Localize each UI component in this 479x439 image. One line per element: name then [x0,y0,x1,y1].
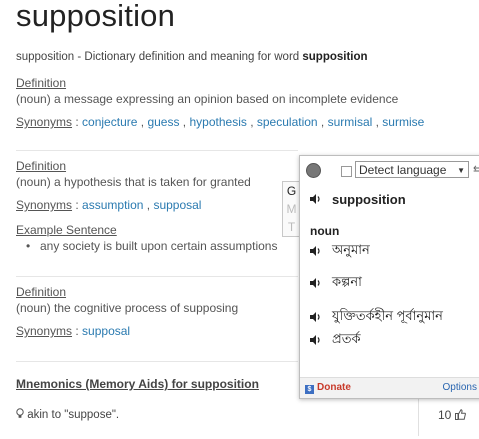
translation-item: কল্পনা [332,274,362,289]
synonym-link[interactable]: surmisal [328,115,373,129]
language-select[interactable]: Detect language ▼ [355,161,469,178]
donate-label: Donate [317,382,351,393]
mnemonic-item: akin to "suppose". [16,408,119,421]
chevron-down-icon: ▼ [457,166,465,175]
translation-item: যুক্তিতর্কহীন পূর্বানুমান [332,308,443,323]
definition-text-3: (noun) the cognitive process of supposin… [16,301,239,315]
vote-divider [418,398,419,436]
example-heading: Example Sentence [16,223,117,237]
synonyms-label: Synonyms [16,324,73,338]
translation-item: অনুমান [332,242,370,257]
definition-heading-2: Definition [16,159,67,173]
synonym-link[interactable]: speculation [257,115,318,129]
synonym-link[interactable]: supposal [153,198,201,212]
donate-icon: $ [305,385,314,394]
gt-side-letter: T [287,220,296,234]
language-select-value: Detect language [359,163,447,177]
gt-side-letter: M [286,202,297,216]
subtitle-word: supposition [302,51,368,63]
translate-popup: Detect language ▼ ⇆ supposition noun অনু… [299,155,479,399]
synonym-link[interactable]: assumption [82,198,143,212]
speaker-icon[interactable] [309,245,321,257]
example-sentence: any society is built upon certain assump… [26,239,277,253]
synonym-link[interactable]: supposal [82,324,130,338]
divider [16,276,298,277]
mnemonics-heading[interactable]: Mnemonics (Memory Aids) for supposition [16,377,259,391]
definition-heading-3: Definition [16,285,67,299]
divider [16,150,298,151]
synonym-link[interactable]: surmise [382,115,424,129]
synonyms-row-2: Synonyms : assumption , supposal [16,198,202,212]
speaker-icon[interactable] [309,193,321,205]
translator-logo-icon[interactable] [306,163,321,178]
synonyms-row-3: Synonyms : supposal [16,324,131,338]
definition-text-1: (noun) a message expressing an opinion b… [16,92,399,106]
donate-button[interactable]: $ Donate [305,382,351,394]
synonyms-label: Synonyms [16,115,73,129]
part-of-speech: noun [310,224,340,238]
page-subtitle: supposition - Dictionary definition and … [16,51,368,63]
synonyms-label: Synonyms [16,198,73,212]
mnemonic-text: akin to "suppose". [27,409,120,421]
lightbulb-icon [16,408,24,418]
translation-item: প্রতর্ক [332,331,361,346]
divider [16,361,298,362]
vote-count: 10 [438,408,452,422]
definition-heading-1: Definition [16,76,67,90]
popup-toolbar: Detect language ▼ ⇆ [300,156,479,184]
synonyms-row-1: Synonyms : conjecture , guess , hypothes… [16,115,425,129]
definition-text-2: (noun) a hypothesis that is taken for gr… [16,175,251,189]
speaker-icon[interactable] [309,334,321,346]
synonym-link[interactable]: hypothesis [189,115,246,129]
options-link[interactable]: Options [443,382,477,393]
page-title: supposition [16,0,176,33]
synonym-link[interactable]: conjecture [82,115,137,129]
gt-side-letter: G [286,184,297,198]
vote-control[interactable]: 10 [438,408,466,422]
speaker-icon[interactable] [309,311,321,323]
synonym-link[interactable]: guess [147,115,179,129]
popup-footer: $ Donate Options [300,377,479,398]
thumbs-up-icon[interactable] [454,409,466,420]
source-word: supposition [332,192,406,207]
subtitle-text: supposition - Dictionary definition and … [16,51,303,63]
pin-checkbox[interactable] [341,166,352,177]
swap-language-icon[interactable]: ⇆ [473,163,479,176]
speaker-icon[interactable] [309,277,321,289]
